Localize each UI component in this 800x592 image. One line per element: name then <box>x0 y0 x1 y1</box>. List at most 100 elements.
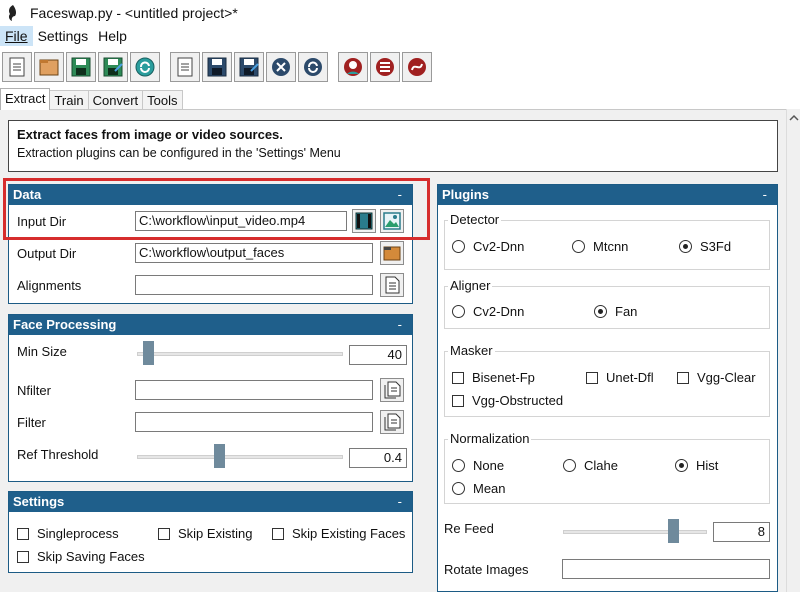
masker-option-vgg-clear[interactable]: Vgg-Clear <box>677 370 756 385</box>
re-feed-slider-thumb[interactable] <box>668 519 679 543</box>
checkbox-box[interactable] <box>677 371 689 384</box>
settings-panel-minimize-button[interactable]: - <box>398 492 402 512</box>
checkbox-box[interactable] <box>17 527 29 540</box>
new-project-button[interactable] <box>2 52 32 82</box>
radio-button[interactable] <box>452 482 465 495</box>
nfilter-label: Nfilter <box>17 383 51 398</box>
masker-option-bisenet-fp[interactable]: Bisenet-Fp <box>452 370 535 385</box>
menu-help[interactable]: Help <box>93 26 132 46</box>
detector-option-cv2-dnn[interactable]: Cv2-Dnn <box>452 239 524 254</box>
normalization-option-hist[interactable]: Hist <box>675 458 718 473</box>
skip-existing-label: Skip Existing <box>178 526 253 541</box>
checkbox-box[interactable] <box>158 527 170 540</box>
plugins-panel-minimize-button[interactable]: - <box>763 185 767 205</box>
checkbox-box[interactable] <box>452 371 464 384</box>
ref-threshold-slider-thumb[interactable] <box>214 444 225 468</box>
tab-convert[interactable]: Convert <box>87 90 144 110</box>
normalization-option-clahe[interactable]: Clahe <box>563 458 618 473</box>
vertical-scrollbar[interactable] <box>786 109 800 592</box>
output-dir-field[interactable]: C:\workflow\output_faces <box>135 243 373 263</box>
min-size-label: Min Size <box>17 344 67 359</box>
radio-button[interactable] <box>572 240 585 253</box>
ref-threshold-value[interactable]: 0.4 <box>349 448 407 468</box>
tab-tools[interactable]: Tools <box>142 90 183 110</box>
rotate-images-field[interactable] <box>562 559 770 579</box>
save-task-icon <box>207 57 227 77</box>
aligner-option-fan[interactable]: Fan <box>594 304 637 319</box>
filter-files-button[interactable] <box>380 410 404 434</box>
convert-settings-icon <box>408 58 426 76</box>
reload-project-button[interactable] <box>130 52 160 82</box>
alignments-label: Alignments <box>17 278 82 293</box>
radio-button-selected[interactable] <box>679 240 692 253</box>
checkbox-box[interactable] <box>586 371 598 384</box>
scroll-up-icon[interactable] <box>789 113 799 123</box>
radio-button[interactable] <box>563 459 576 472</box>
checkbox-box[interactable] <box>17 550 29 563</box>
menu-file-label: File <box>5 28 28 44</box>
filter-field[interactable] <box>135 412 373 432</box>
singleprocess-checkbox[interactable]: Singleprocess <box>17 526 119 541</box>
alignments-field[interactable] <box>135 275 373 295</box>
radio-button[interactable] <box>452 240 465 253</box>
plugins-panel-title: Plugins <box>442 187 489 202</box>
aligner-option-label: Fan <box>615 304 638 319</box>
settings-panel-header: Settings - <box>9 492 412 512</box>
normalization-option-mean[interactable]: Mean <box>452 481 506 496</box>
reload-task-icon <box>304 58 322 76</box>
re-feed-value[interactable]: 8 <box>713 522 770 542</box>
masker-option-vgg-obstructed[interactable]: Vgg-Obstructed <box>452 393 563 408</box>
radio-button-selected[interactable] <box>675 459 688 472</box>
min-size-value[interactable]: 40 <box>349 345 407 365</box>
detector-option-s3fd[interactable]: S3Fd <box>679 239 731 254</box>
detector-option-mtcnn[interactable]: Mtcnn <box>572 239 628 254</box>
menu-file[interactable]: File <box>0 26 33 46</box>
window-title: Faceswap.py - <untitled project>* <box>30 5 238 21</box>
ref-threshold-slider[interactable] <box>137 455 343 459</box>
plugins-panel-header: Plugins - <box>438 185 777 205</box>
open-project-button[interactable] <box>34 52 64 82</box>
aligner-option-cv2-dnn[interactable]: Cv2-Dnn <box>452 304 524 319</box>
masker-option-unet-dfl[interactable]: Unet-Dfl <box>586 370 654 385</box>
tab-bar: Extract Train Convert Tools <box>0 88 183 110</box>
alignments-file-button[interactable] <box>380 273 404 297</box>
min-size-slider[interactable] <box>137 352 343 356</box>
menu-help-label: Help <box>98 28 127 44</box>
train-settings-icon <box>376 58 394 76</box>
skip-saving-faces-checkbox[interactable]: Skip Saving Faces <box>17 549 145 564</box>
convert-settings-button[interactable] <box>402 52 432 82</box>
nfilter-field[interactable] <box>135 380 373 400</box>
tab-extract[interactable]: Extract <box>0 88 51 110</box>
save-task-button[interactable] <box>202 52 232 82</box>
save-project-button[interactable] <box>66 52 96 82</box>
masker-option-label: Vgg-Clear <box>697 370 756 385</box>
skip-existing-faces-checkbox[interactable]: Skip Existing Faces <box>272 526 405 541</box>
radio-button-selected[interactable] <box>594 305 607 318</box>
tab-train[interactable]: Train <box>49 90 89 110</box>
save-as-task-button[interactable] <box>234 52 264 82</box>
reload-task-button[interactable] <box>298 52 328 82</box>
skip-existing-checkbox[interactable]: Skip Existing <box>158 526 252 541</box>
checkbox-box[interactable] <box>272 527 284 540</box>
normalization-option-none[interactable]: None <box>452 458 504 473</box>
normalization-option-label: Clahe <box>584 458 618 473</box>
min-size-slider-thumb[interactable] <box>143 341 154 365</box>
new-task-button[interactable] <box>170 52 200 82</box>
radio-button[interactable] <box>452 459 465 472</box>
multiple-files-icon <box>384 413 401 431</box>
save-as-project-button[interactable] <box>98 52 128 82</box>
menu-settings[interactable]: Settings <box>33 26 94 46</box>
checkbox-box[interactable] <box>452 394 464 407</box>
nfilter-files-button[interactable] <box>380 378 404 402</box>
radio-button[interactable] <box>452 305 465 318</box>
extract-settings-button[interactable] <box>338 52 368 82</box>
info-box: Extract faces from image or video source… <box>8 120 778 172</box>
clear-task-button[interactable] <box>266 52 296 82</box>
output-folder-button[interactable] <box>380 241 404 265</box>
face-processing-minimize-button[interactable]: - <box>398 315 402 335</box>
save-as-project-icon <box>103 57 123 77</box>
clear-task-icon <box>272 58 290 76</box>
save-as-task-icon <box>239 57 259 77</box>
re-feed-slider[interactable] <box>563 530 707 534</box>
train-settings-button[interactable] <box>370 52 400 82</box>
